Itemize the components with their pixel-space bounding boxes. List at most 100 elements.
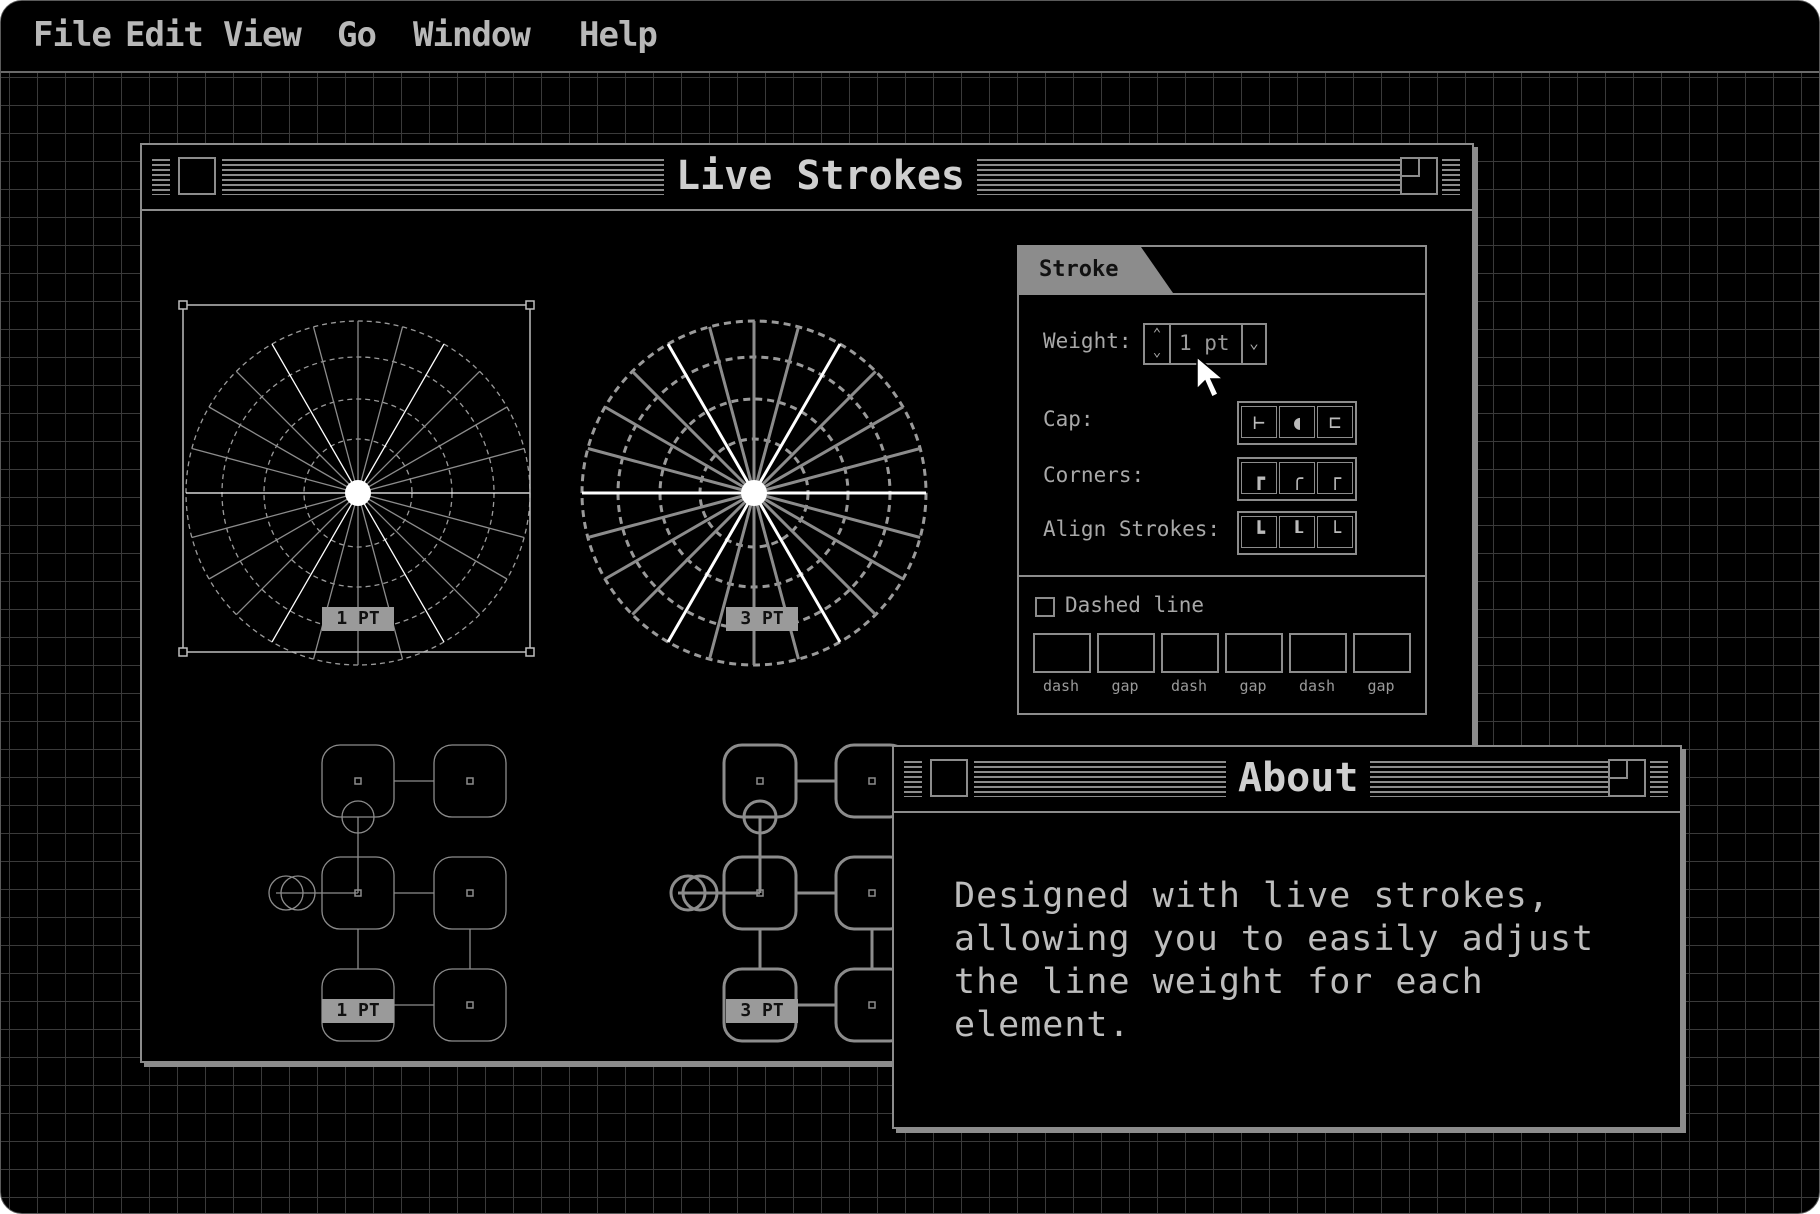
spoke (357, 492, 481, 616)
spoke (235, 492, 359, 616)
weight-label-chip: 3 PT (726, 607, 798, 631)
node-box (321, 744, 395, 818)
gap-field-label: gap (1111, 677, 1139, 695)
dashed-line-label: Dashed line (1065, 593, 1205, 617)
zoom-box-icon[interactable] (1608, 759, 1646, 797)
cap-buttons: ⊢ ◖ ⊏ (1237, 401, 1357, 445)
align-outside-icon[interactable]: └ (1317, 516, 1353, 548)
node-box (433, 856, 507, 930)
spoke (708, 492, 756, 660)
dash-field[interactable] (1033, 633, 1091, 673)
spoke (235, 370, 359, 494)
selection-handle (525, 647, 535, 657)
chevron-down-icon[interactable]: ⌄ (1241, 325, 1265, 363)
selection-handle (525, 300, 535, 310)
gap-field[interactable] (1353, 633, 1411, 673)
dash-field-label: dash (1298, 677, 1336, 695)
spoke (752, 492, 800, 660)
spoke (357, 370, 481, 494)
spoke (357, 492, 525, 539)
selection-box (178, 300, 535, 657)
node-box (433, 968, 507, 1042)
zoom-box-icon[interactable] (1400, 157, 1438, 195)
spoke (357, 406, 508, 494)
gap-field-label: gap (1367, 677, 1395, 695)
about-text-line: allowing you to easily adjust (954, 919, 1595, 959)
weight-label: Weight: (1043, 329, 1132, 353)
title-bar[interactable]: Live Strokes (142, 145, 1472, 211)
square-cap-icon[interactable]: ⊏ (1317, 406, 1353, 438)
cursor-arrow-icon (1196, 355, 1226, 399)
menu-view[interactable]: View (223, 15, 302, 55)
spoke (587, 447, 755, 495)
center-dot (741, 480, 767, 506)
weight-label-chip: 1 PT (322, 607, 394, 631)
spoke (357, 447, 525, 494)
node-dot (466, 1001, 474, 1009)
dash-field[interactable] (1161, 633, 1219, 673)
round-cap-icon[interactable]: ◖ (1279, 406, 1315, 438)
node-dot (466, 777, 474, 785)
close-box-icon[interactable] (930, 759, 968, 797)
grip-left (904, 761, 922, 797)
spoke (191, 492, 359, 539)
align-inside-icon[interactable]: ┖ (1279, 516, 1315, 548)
tab-stroke-label: Stroke (1039, 257, 1119, 282)
spoke (208, 406, 359, 494)
miter-join-icon[interactable]: ┏ (1241, 462, 1277, 494)
tab-divider (1019, 293, 1425, 295)
gap-field[interactable] (1097, 633, 1155, 673)
align-strokes-label: Align Strokes: (1043, 517, 1221, 541)
menu-bar: File Edit View Go Window Help (1, 1, 1819, 73)
about-text-line: the line weight for each (954, 962, 1484, 1002)
corners-label: Corners: (1043, 463, 1145, 487)
node-box (433, 744, 507, 818)
about-window: About Designed with live strokes, allowi… (892, 745, 1682, 1129)
bevel-join-icon[interactable]: ┌ (1317, 462, 1353, 494)
corner-buttons: ┏ ╭ ┌ (1237, 457, 1357, 501)
gap-field[interactable] (1225, 633, 1283, 673)
window-title: Live Strokes (664, 153, 977, 199)
node-box (722, 743, 798, 819)
dashed-line-checkbox[interactable] (1035, 597, 1055, 617)
spoke (357, 326, 404, 494)
selection-handle (178, 300, 188, 310)
spoke (753, 491, 921, 539)
node-dot (868, 777, 876, 785)
menu-edit[interactable]: Edit (125, 15, 204, 55)
dash-field-label: dash (1170, 677, 1208, 695)
align-buttons: ┗ ┖ └ (1237, 511, 1357, 555)
spoke (191, 447, 359, 494)
round-join-icon[interactable]: ╭ (1279, 462, 1315, 494)
spoke (357, 492, 508, 580)
node-dot (868, 1001, 876, 1009)
spoke (587, 491, 755, 539)
selection-handle (178, 647, 188, 657)
node-graphic-1pt (268, 744, 507, 1042)
desktop: File Edit View Go Window Help Live Strok… (0, 0, 1820, 1214)
node-dot (354, 777, 362, 785)
stepper-arrows-icon[interactable]: ⌃ ⌄ (1145, 325, 1171, 363)
about-text-line: Designed with live strokes, (954, 876, 1550, 916)
window-title: About (1226, 755, 1371, 801)
node-dot (756, 777, 764, 785)
butt-cap-icon[interactable]: ⊢ (1241, 406, 1277, 438)
menu-go[interactable]: Go (337, 15, 377, 55)
spoke (357, 492, 404, 660)
grip-left (152, 159, 170, 195)
align-center-icon[interactable]: ┗ (1241, 516, 1277, 548)
grip-right (1650, 761, 1668, 797)
spoke (357, 343, 445, 494)
gap-field-label: gap (1239, 677, 1267, 695)
title-bar[interactable]: About (894, 747, 1680, 813)
tab-stroke[interactable]: Stroke (1019, 247, 1173, 293)
dash-field-label: dash (1042, 677, 1080, 695)
menu-file[interactable]: File (33, 15, 112, 55)
menu-help[interactable]: Help (579, 15, 658, 55)
close-box-icon[interactable] (178, 157, 216, 195)
about-text-line: element. (954, 1005, 1131, 1045)
spoke (271, 343, 359, 494)
menu-window[interactable]: Window (413, 15, 531, 55)
dash-field[interactable] (1289, 633, 1347, 673)
spoke (708, 326, 756, 494)
